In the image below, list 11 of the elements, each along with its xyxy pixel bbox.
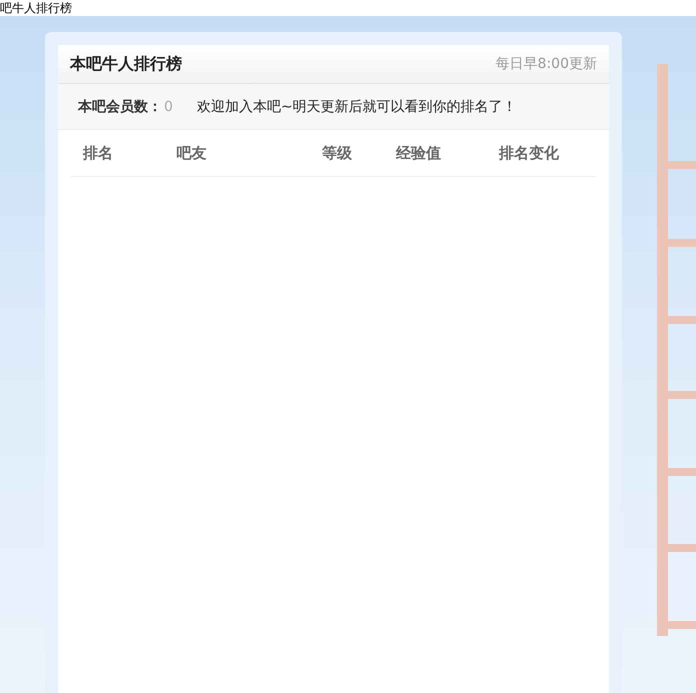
panel-title: 本吧牛人排行榜	[70, 54, 182, 74]
column-header: 排名	[83, 144, 114, 162]
column-header: 经验值	[396, 144, 442, 162]
update-note: 每日早8:00更新	[496, 55, 597, 73]
member-count: 0	[164, 98, 173, 114]
column-header: 吧友	[176, 144, 208, 162]
member-count-label: 本吧会员数：	[78, 98, 162, 116]
page-title: 吧牛人排行榜	[0, 1, 72, 15]
welcome-message: 欢迎加入本吧~明天更新后就可以看到你的排名了！	[196, 98, 517, 116]
column-header: 排名变化	[498, 144, 560, 162]
column-header: 等级	[322, 144, 353, 162]
